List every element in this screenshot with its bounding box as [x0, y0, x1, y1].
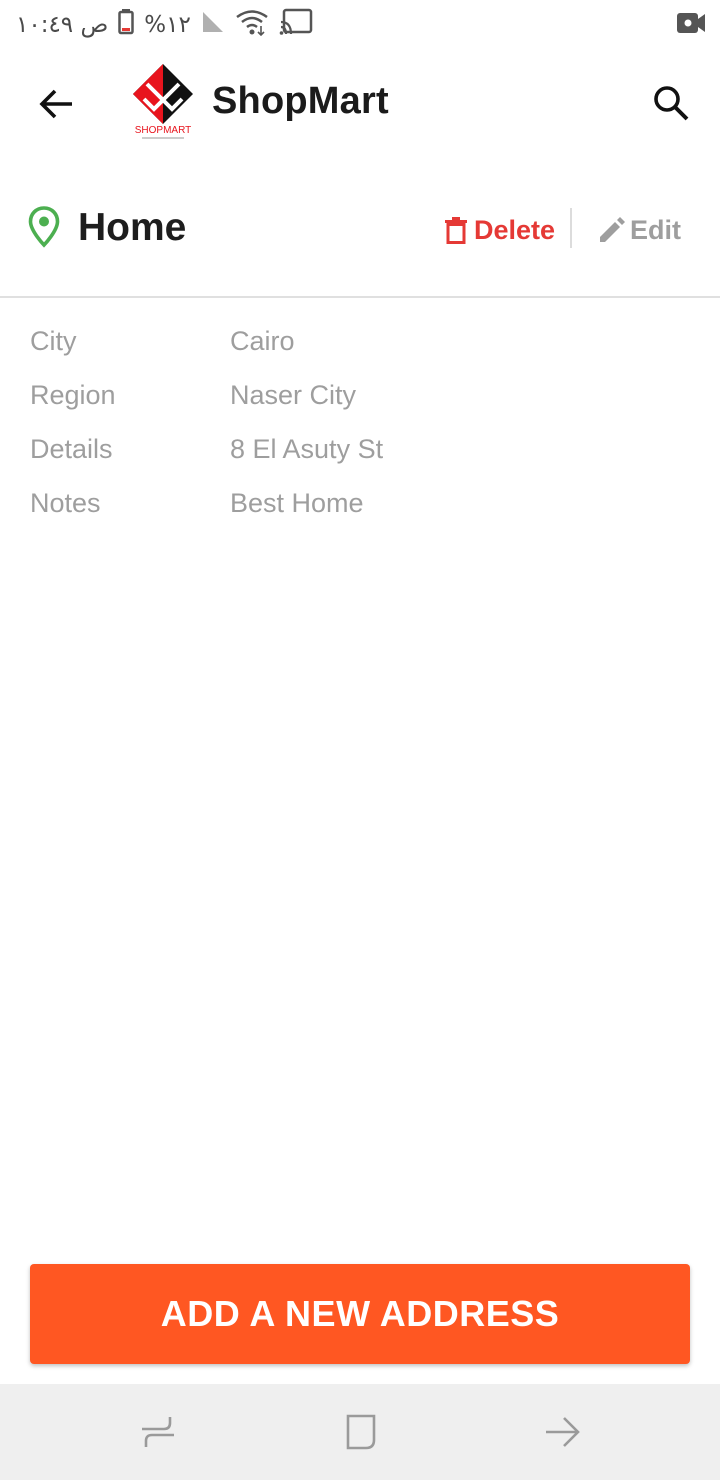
detail-value: Cairo: [230, 326, 295, 356]
wifi-icon: [235, 8, 269, 43]
video-record-icon: [676, 10, 706, 41]
detail-label: Details: [30, 434, 113, 464]
address-header: Home Delete Edit: [0, 178, 720, 278]
back-arrow-icon: [39, 89, 72, 119]
header-divider: [0, 296, 720, 298]
detail-row-city: City Cairo: [0, 324, 720, 378]
battery-icon: [118, 8, 135, 42]
app-title: ShopMart: [212, 80, 389, 122]
detail-value: Best Home: [230, 488, 364, 518]
status-left: ص ١٠:٤٩ %١٢: [16, 8, 313, 42]
add-new-address-button[interactable]: ADD A NEW ADDRESS: [30, 1264, 690, 1364]
search-icon: [654, 86, 689, 121]
recent-apps-button[interactable]: [134, 1408, 182, 1456]
logo-text: SHOPMART: [135, 125, 192, 136]
trash-icon: [445, 217, 467, 244]
battery-percent: %١٢: [144, 12, 191, 38]
status-time: ص ١٠:٤٩: [16, 12, 109, 38]
delete-label: Delete: [474, 214, 556, 245]
app-bar: SHOPMART ShopMart: [0, 52, 720, 156]
system-nav-bar: [0, 1384, 720, 1480]
detail-row-notes: Notes Best Home: [0, 486, 720, 540]
detail-label: City: [30, 326, 77, 356]
detail-label: Notes: [30, 488, 101, 518]
cast-icon: [279, 8, 313, 43]
delete-button[interactable]: Delete: [444, 210, 555, 250]
shopmart-logo: SHOPMART: [130, 62, 196, 140]
home-button[interactable]: [336, 1408, 384, 1456]
detail-value: Naser City: [230, 380, 357, 410]
action-separator: [570, 208, 572, 248]
signal-icon: [201, 10, 225, 41]
search-button[interactable]: [646, 78, 696, 128]
detail-value: 8 El Asuty St: [230, 434, 384, 464]
back-nav-button[interactable]: [538, 1408, 586, 1456]
recent-apps-icon: [142, 1417, 174, 1447]
address-details: City Cairo Region Naser City Details 8 E…: [0, 324, 720, 540]
status-bar: ص ١٠:٤٩ %١٢: [0, 0, 720, 50]
edit-label: Edit: [630, 214, 681, 245]
location-pin-icon: [28, 206, 60, 248]
back-icon: [546, 1417, 580, 1447]
detail-row-region: Region Naser City: [0, 378, 720, 432]
detail-label: Region: [30, 380, 116, 410]
pencil-icon: [600, 217, 625, 242]
address-title: Home: [78, 206, 187, 249]
edit-button[interactable]: Edit: [598, 210, 681, 250]
home-icon: [346, 1414, 376, 1450]
detail-row-details: Details 8 El Asuty St: [0, 432, 720, 486]
back-button[interactable]: [30, 80, 82, 128]
